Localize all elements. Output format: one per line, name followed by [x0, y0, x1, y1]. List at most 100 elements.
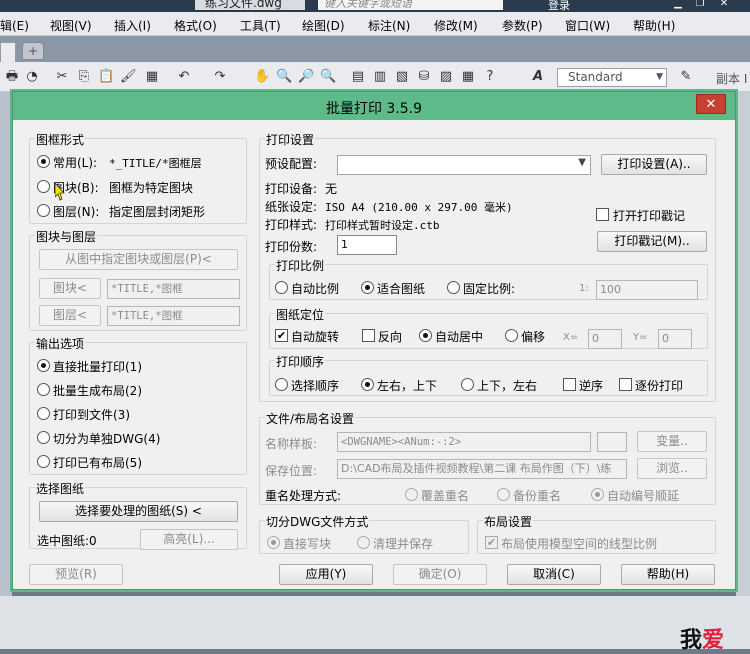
cancel-button[interactable]: 取消(C) — [507, 564, 601, 585]
help-button[interactable]: 帮助(H) — [621, 564, 715, 585]
menu-tools[interactable]: 工具(T) — [240, 17, 281, 34]
app-title-bar: 练习文件.dwg 键入关键字或短语 登录 ▁ ❐ ✕ — [0, 0, 750, 12]
match-properties-icon[interactable]: 🖌 — [120, 69, 137, 85]
ok-button[interactable]: 确定(O) — [393, 564, 487, 585]
menu-edit[interactable]: 辑(E) — [0, 17, 29, 34]
order-lr-tb-radio[interactable] — [361, 378, 374, 391]
block-icon[interactable]: ▦ — [144, 69, 160, 85]
sheet-set-icon[interactable]: ⛁ — [416, 69, 432, 85]
copies-input[interactable]: 1 — [337, 235, 397, 255]
layer-pick-button[interactable]: 图层< — [39, 305, 101, 326]
output-gen-layout-radio[interactable] — [37, 383, 50, 396]
copies-label: 打印份数: — [265, 240, 318, 254]
block-pick-button[interactable]: 图块< — [39, 278, 101, 299]
frame-common-radio[interactable] — [37, 155, 50, 168]
dialog-close-button[interactable]: ✕ — [696, 94, 726, 114]
dup-overwrite-radio[interactable] — [405, 488, 418, 501]
paper-label: 纸张设定: — [265, 200, 318, 214]
scale-ratio-input[interactable]: 100 — [596, 280, 698, 300]
scale-auto-radio[interactable] — [275, 281, 288, 294]
paste-icon[interactable]: 📋 — [98, 69, 114, 85]
help-icon[interactable]: ? — [482, 69, 498, 85]
frame-block-radio[interactable] — [37, 180, 50, 193]
model-linetype-checkbox[interactable]: ✔ — [485, 536, 498, 549]
split-purge-save-radio[interactable] — [357, 536, 370, 549]
scale-fixed-radio[interactable] — [447, 281, 460, 294]
frame-layer-radio[interactable] — [37, 204, 50, 217]
menu-format[interactable]: 格式(O) — [174, 17, 217, 34]
menu-modify[interactable]: 修改(M) — [434, 17, 478, 34]
tool-palette-icon[interactable]: ▧ — [394, 69, 410, 85]
reverse-order-checkbox[interactable] — [563, 378, 576, 391]
open-stamp-checkbox[interactable] — [596, 208, 609, 221]
save-location-input[interactable]: D:\CAD布局及插件视频教程\第二课 布局作图（下）\练 — [337, 459, 627, 479]
zoom-previous-icon[interactable]: 🔍 — [320, 69, 336, 85]
redo-icon[interactable]: ↷ — [212, 69, 228, 85]
variables-button[interactable]: 变量.. — [637, 431, 707, 452]
dim-style-icon[interactable]: ✎ — [678, 69, 694, 85]
block-name-input[interactable]: *TITLE,*图框 — [107, 279, 240, 299]
auto-center-radio[interactable] — [419, 329, 432, 342]
close-app-icon[interactable]: ✕ — [716, 0, 732, 10]
print-setup-button[interactable]: 打印设置(A).. — [601, 154, 707, 175]
offset-x-input[interactable]: 0 — [588, 329, 622, 349]
publish-icon[interactable]: ◔ — [24, 69, 40, 85]
undo-icon[interactable]: ↶ — [176, 69, 192, 85]
output-to-file-radio[interactable] — [37, 407, 50, 420]
menu-draw[interactable]: 绘图(D) — [302, 17, 345, 34]
offset-y-input[interactable]: 0 — [658, 329, 692, 349]
preview-button[interactable]: 预览(R) — [29, 564, 123, 585]
zoom-realtime-icon[interactable]: 🔍 — [276, 69, 292, 85]
restore-icon[interactable]: ❐ — [692, 0, 708, 10]
menu-view[interactable]: 视图(V) — [50, 17, 92, 34]
new-tab-button[interactable]: + — [22, 42, 44, 60]
text-style-combo[interactable]: Standard ▼ — [557, 68, 667, 87]
browse-button[interactable]: 浏览.. — [637, 458, 707, 479]
output-direct-print-radio[interactable] — [37, 359, 50, 372]
scale-fit-radio[interactable] — [361, 281, 374, 294]
highlight-button[interactable]: 高亮(L)... — [140, 529, 238, 550]
calculator-icon[interactable]: ▦ — [460, 69, 476, 85]
print-icon[interactable]: 🖶 — [4, 69, 20, 85]
search-input[interactable]: 键入关键字或短语 — [318, 0, 503, 10]
offset-y-label: Y= — [633, 332, 648, 343]
select-sheets-button[interactable]: 选择要处理的图纸(S) < — [39, 501, 238, 522]
properties-icon[interactable]: ▤ — [350, 69, 366, 85]
menu-dimension[interactable]: 标注(N) — [368, 17, 410, 34]
document-tab[interactable] — [0, 42, 16, 62]
table-style-label: 副本 I — [716, 72, 748, 86]
menu-insert[interactable]: 插入(I) — [114, 17, 151, 34]
document-tabs: + — [0, 36, 750, 62]
copy-by-copy-checkbox[interactable] — [619, 378, 632, 391]
pan-icon[interactable]: ✋ — [254, 69, 270, 85]
order-selection-radio[interactable] — [275, 378, 288, 391]
apply-button[interactable]: 应用(Y) — [279, 564, 373, 585]
reverse-checkbox[interactable] — [362, 329, 375, 342]
copy-icon[interactable]: ⎘ — [76, 69, 92, 85]
order-tb-lr-radio[interactable] — [461, 378, 474, 391]
name-template-input[interactable]: <DWGNAME><ANum:-:2> — [337, 432, 591, 452]
preset-combo[interactable]: ▼ — [337, 155, 591, 175]
layer-name-input[interactable]: *TITLE,*图框 — [107, 306, 240, 326]
split-write-block-radio[interactable] — [267, 536, 280, 549]
menu-help[interactable]: 帮助(H) — [633, 17, 675, 34]
minimize-icon[interactable]: ▁ — [670, 0, 686, 10]
pick-block-layer-button[interactable]: 从图中指定图块或图层(P)< — [39, 249, 238, 270]
markup-icon[interactable]: ▨ — [438, 69, 454, 85]
print-stamp-button[interactable]: 打印戳记(M).. — [597, 231, 707, 252]
output-existing-layout-radio[interactable] — [37, 455, 50, 468]
name-template-extra-input[interactable] — [597, 432, 627, 452]
menu-window[interactable]: 窗口(W) — [565, 17, 610, 34]
chevron-down-icon: ▼ — [578, 157, 586, 168]
auto-center-label: 自动居中 — [435, 330, 484, 344]
menu-parameter[interactable]: 参数(P) — [502, 17, 543, 34]
cut-icon[interactable]: ✂ — [54, 69, 70, 85]
offset-radio[interactable] — [505, 329, 518, 342]
auto-rotate-checkbox[interactable]: ✔ — [275, 329, 288, 342]
dup-autonumber-radio[interactable] — [591, 488, 604, 501]
output-split-dwg-radio[interactable] — [37, 431, 50, 444]
text-style-icon[interactable]: A — [530, 69, 546, 85]
dup-backup-radio[interactable] — [497, 488, 510, 501]
design-center-icon[interactable]: ▥ — [372, 69, 388, 85]
zoom-window-icon[interactable]: 🔎 — [298, 69, 314, 85]
